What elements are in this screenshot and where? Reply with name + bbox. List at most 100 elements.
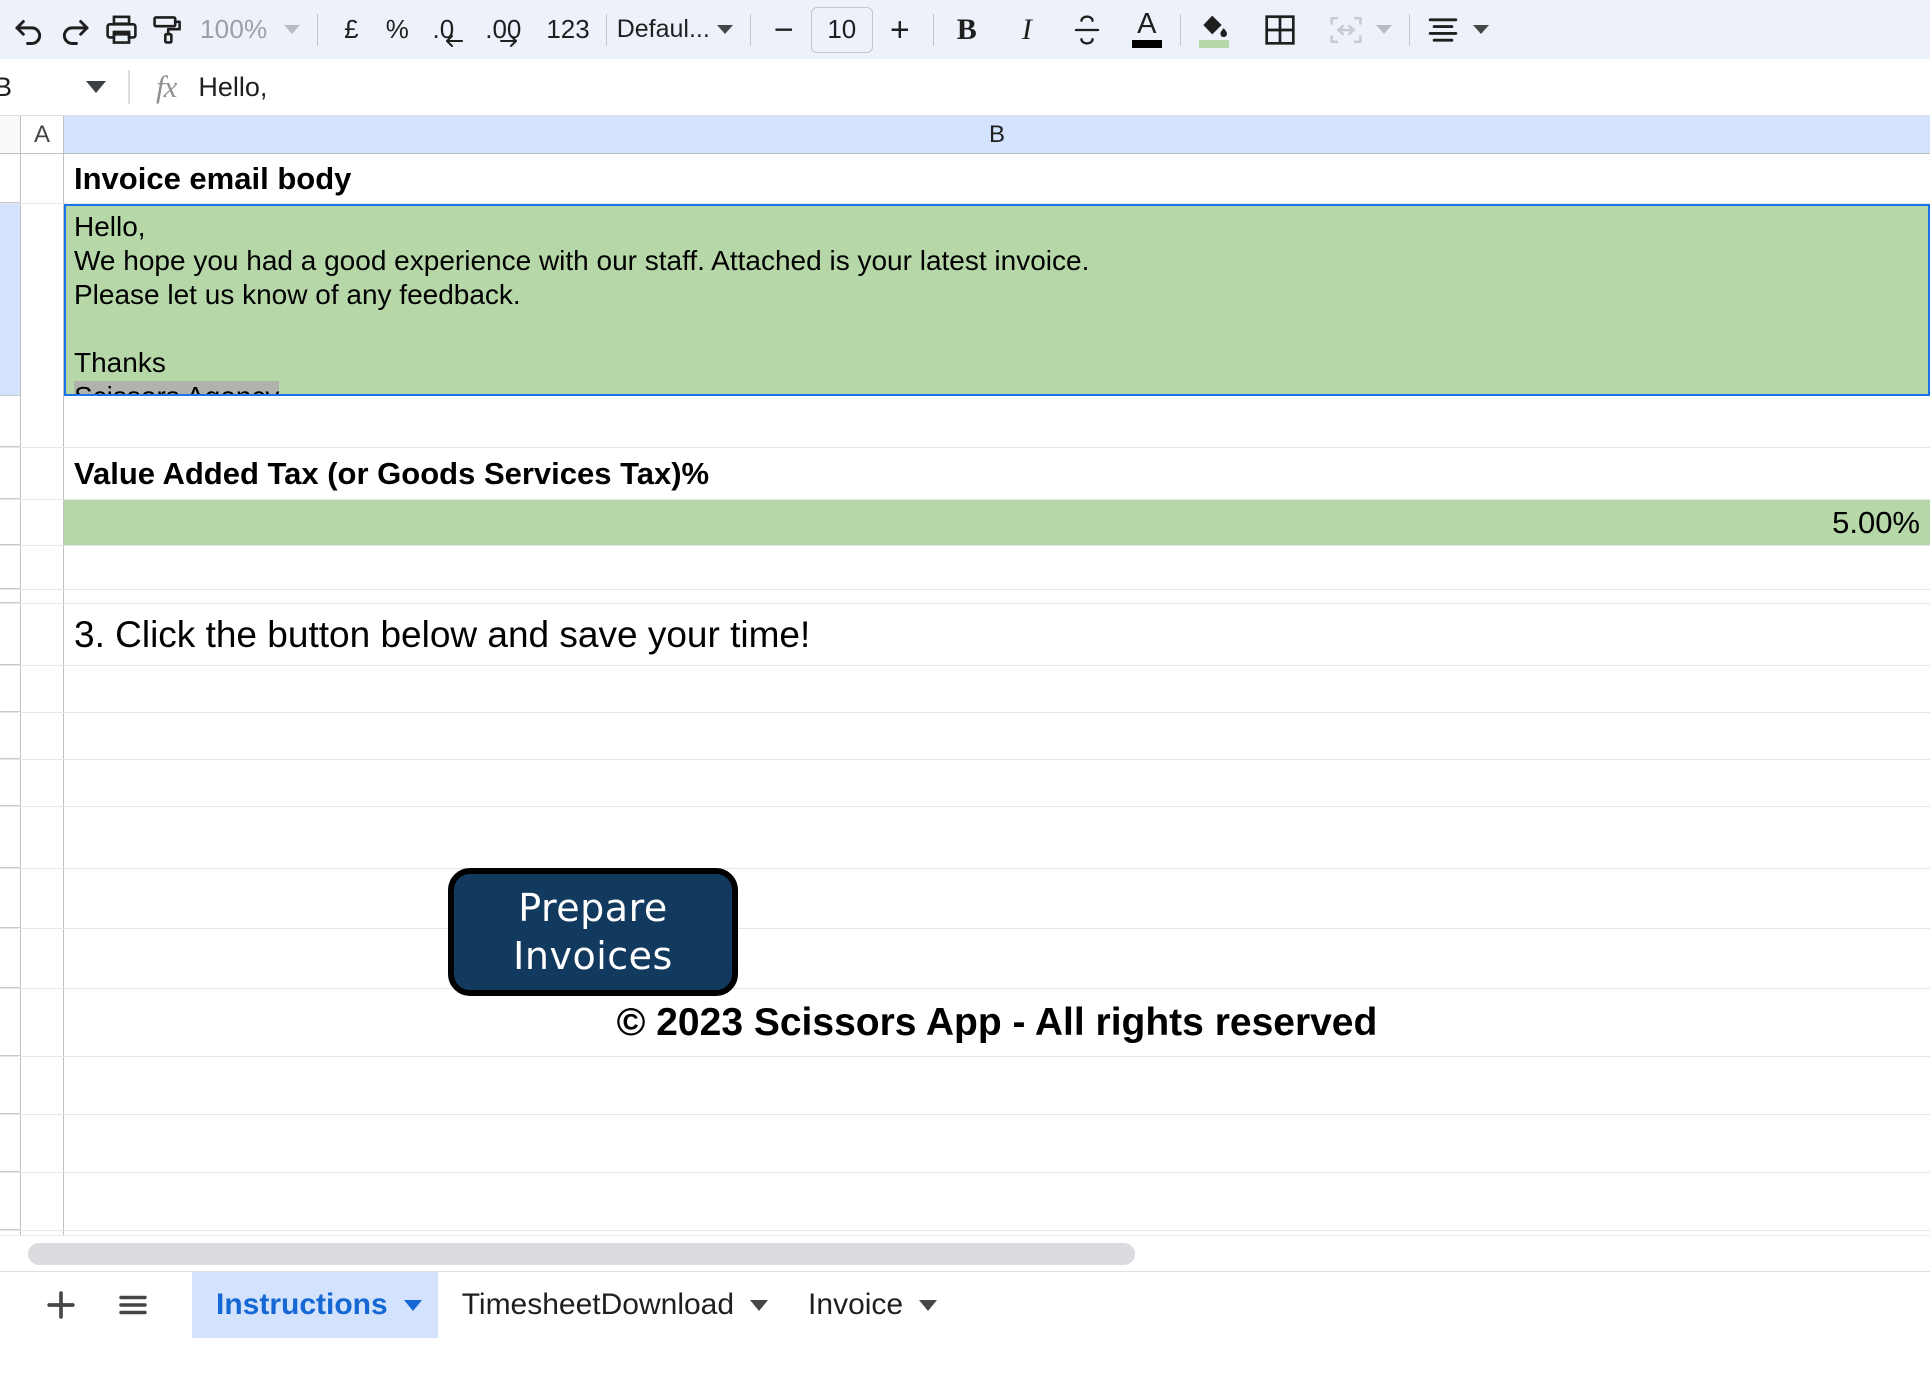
cell-b-empty[interactable] xyxy=(64,713,1930,759)
row-header[interactable] xyxy=(0,154,21,203)
column-header-b[interactable]: B xyxy=(64,116,1930,153)
font-size-input[interactable]: 10 xyxy=(810,6,873,53)
row-header[interactable] xyxy=(0,713,21,759)
row-header[interactable] xyxy=(0,590,21,603)
function-icon[interactable]: fx xyxy=(130,69,198,105)
row-header[interactable] xyxy=(0,396,21,447)
row-header[interactable] xyxy=(0,807,21,868)
cell-b-instruction[interactable]: 3. Click the button below and save your … xyxy=(64,604,1930,665)
cell-b-empty[interactable] xyxy=(64,869,1930,928)
zoom-level[interactable]: 100% xyxy=(190,14,277,45)
cell-a[interactable] xyxy=(21,760,64,806)
row-header[interactable] xyxy=(0,869,21,928)
cell-b-empty[interactable] xyxy=(64,666,1930,712)
table-row xyxy=(0,546,1930,590)
sheet-tab-instructions[interactable]: Instructions xyxy=(192,1272,438,1338)
align-chevron-down-icon[interactable] xyxy=(1472,25,1489,34)
cell-b-empty[interactable] xyxy=(64,1173,1930,1230)
increase-font-size-button[interactable]: + xyxy=(877,7,923,53)
increase-decimal-button[interactable]: .00 xyxy=(480,7,526,53)
formula-input[interactable]: Hello, xyxy=(198,72,1930,103)
italic-button[interactable]: I xyxy=(1004,7,1050,53)
cell-a[interactable] xyxy=(21,546,64,589)
sheet-tab-chevron-down-icon[interactable] xyxy=(403,1299,422,1311)
row-header[interactable] xyxy=(0,929,21,988)
cell-a[interactable] xyxy=(21,1057,64,1114)
cell-b-empty[interactable] xyxy=(64,929,1930,988)
cell-b-empty[interactable] xyxy=(64,396,1930,447)
row-header[interactable] xyxy=(0,666,21,712)
horizontal-scrollbar[interactable] xyxy=(0,1235,1930,1271)
select-all-corner[interactable] xyxy=(0,116,21,153)
cell-b-empty[interactable] xyxy=(64,1115,1930,1172)
text-color-button[interactable]: A xyxy=(1124,7,1170,53)
sheet-tab-invoice[interactable]: Invoice xyxy=(784,1272,953,1338)
row-header[interactable] xyxy=(0,1057,21,1114)
print-button[interactable] xyxy=(98,7,144,53)
column-header-a[interactable]: A xyxy=(21,116,64,153)
horizontal-align-button[interactable] xyxy=(1420,7,1466,53)
font-family-selector[interactable]: Defaul... xyxy=(617,15,740,44)
currency-format-button[interactable]: £ xyxy=(328,7,374,53)
row-header[interactable] xyxy=(0,500,21,545)
cell-b-email-body[interactable]: Hello, We hope you had a good experience… xyxy=(64,204,1930,396)
cell-a[interactable] xyxy=(21,1173,64,1230)
selected-cell[interactable]: Hello, We hope you had a good experience… xyxy=(64,204,1930,396)
font-chevron-down-icon[interactable] xyxy=(716,25,733,34)
sheet-tab-chevron-down-icon[interactable] xyxy=(919,1299,938,1311)
cell-a[interactable] xyxy=(21,713,64,759)
cell-b-copyright[interactable]: © 2023 Scissors App - All rights reserve… xyxy=(64,989,1930,1056)
row-header[interactable] xyxy=(0,989,21,1056)
cell-a[interactable] xyxy=(21,154,64,203)
sheet-tab-timesheetdownload[interactable]: TimesheetDownload xyxy=(438,1272,784,1338)
row-header-selected[interactable] xyxy=(0,204,21,396)
more-formats-button[interactable]: 123 xyxy=(540,7,595,53)
row-header[interactable] xyxy=(0,448,21,499)
prepare-invoices-button[interactable]: Prepare Invoices xyxy=(448,868,738,996)
borders-button[interactable] xyxy=(1257,7,1303,53)
cell-a[interactable] xyxy=(21,807,64,868)
cell-b-empty[interactable] xyxy=(64,590,1930,603)
row-header[interactable] xyxy=(0,1173,21,1230)
cell-a[interactable] xyxy=(21,929,64,988)
cell-b-empty[interactable] xyxy=(64,546,1930,589)
cell-a[interactable] xyxy=(21,989,64,1056)
row-header[interactable] xyxy=(0,604,21,665)
cell-b-empty[interactable] xyxy=(64,807,1930,868)
cell-b-vat-value[interactable]: 5.00% xyxy=(64,500,1930,545)
cell-a[interactable] xyxy=(21,666,64,712)
cell-a[interactable] xyxy=(21,448,64,499)
cell-a[interactable] xyxy=(21,1115,64,1172)
sheet-tab-chevron-down-icon[interactable] xyxy=(750,1299,769,1311)
cell-b-vat-header[interactable]: Value Added Tax (or Goods Services Tax)% xyxy=(64,448,1930,499)
cell-a[interactable] xyxy=(21,500,64,545)
cell-a[interactable] xyxy=(21,396,64,447)
strikethrough-button[interactable] xyxy=(1064,7,1110,53)
paint-format-button[interactable] xyxy=(144,7,190,53)
merge-cells-button[interactable] xyxy=(1323,7,1369,53)
name-box-chevron-down-icon[interactable] xyxy=(86,81,106,93)
cell-a[interactable] xyxy=(21,604,64,665)
zoom-chevron-down-icon[interactable] xyxy=(284,25,301,34)
redo-button[interactable] xyxy=(52,7,98,53)
percent-format-button[interactable]: % xyxy=(374,7,420,53)
row-header[interactable] xyxy=(0,760,21,806)
name-box[interactable]: B xyxy=(0,59,128,115)
cell-b-email-header[interactable]: Invoice email body xyxy=(64,154,1930,203)
cell-b-empty[interactable] xyxy=(64,1057,1930,1114)
cell-b-empty[interactable] xyxy=(64,760,1930,806)
decrease-font-size-button[interactable]: − xyxy=(761,7,807,53)
fill-color-button[interactable] xyxy=(1191,7,1237,53)
bold-button[interactable]: B xyxy=(944,7,990,53)
cell-a[interactable] xyxy=(21,869,64,928)
row-header[interactable] xyxy=(0,1115,21,1172)
undo-button[interactable] xyxy=(6,7,52,53)
horizontal-scrollbar-thumb[interactable] xyxy=(28,1242,1135,1265)
decrease-decimal-button[interactable]: .0 xyxy=(420,7,466,53)
add-sheet-button[interactable] xyxy=(30,1274,92,1336)
cell-a[interactable] xyxy=(21,204,64,396)
cell-a[interactable] xyxy=(21,590,64,603)
row-header[interactable] xyxy=(0,546,21,589)
merge-chevron-down-icon[interactable] xyxy=(1375,25,1392,34)
all-sheets-button[interactable] xyxy=(102,1274,164,1336)
